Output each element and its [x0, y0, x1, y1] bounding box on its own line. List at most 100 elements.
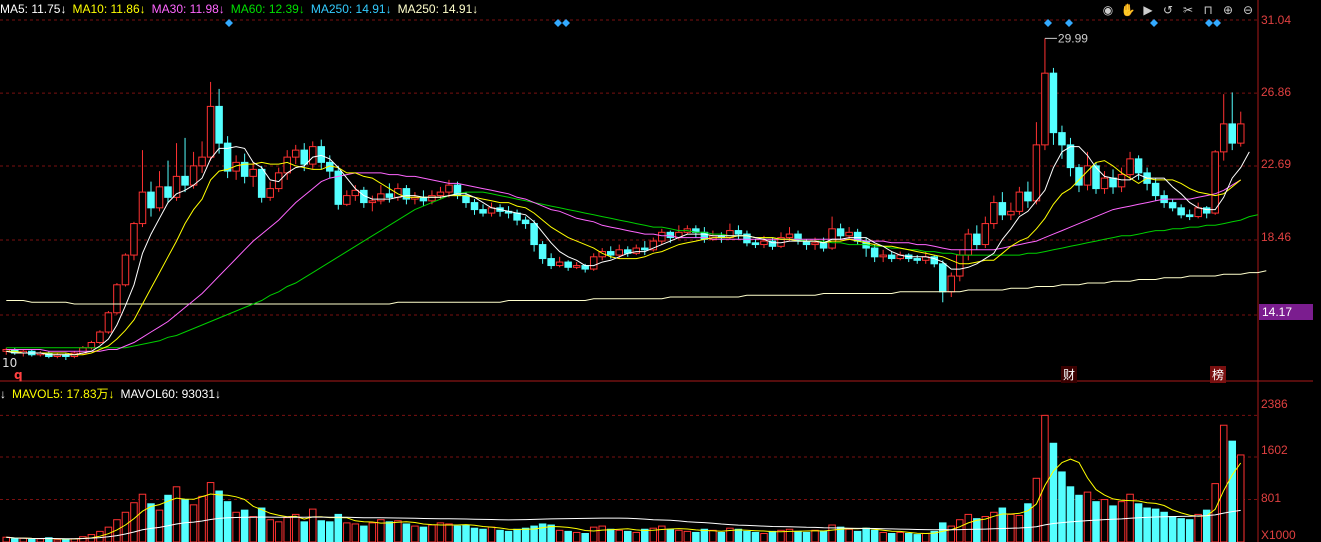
zoom-in-icon[interactable]: ⊕ — [1220, 2, 1236, 18]
candle-body — [572, 265, 581, 268]
ma-legend: MA5: 11.75↓ MA10: 11.86↓ MA30: 11.98↓ MA60:… — [0, 2, 484, 18]
candle-body — [811, 242, 819, 246]
volume-unit: X1000 — [1261, 528, 1296, 542]
volume-bar — [632, 531, 641, 542]
candle-body — [879, 254, 887, 258]
volume-bar — [223, 501, 232, 542]
volume-bar — [734, 528, 743, 542]
candle-body — [998, 202, 1007, 216]
candle-body — [343, 195, 351, 205]
volume-bar — [1083, 491, 1092, 542]
volume-bar — [1134, 503, 1143, 542]
volume-bar — [419, 526, 428, 542]
volume-bar — [589, 526, 598, 542]
candle-body — [913, 258, 921, 261]
volume-bar — [1015, 514, 1024, 542]
candle-body — [283, 156, 291, 174]
volume-bar — [470, 527, 479, 542]
volume-bar — [1185, 519, 1194, 542]
volume-bar — [1194, 513, 1202, 542]
volume-bar — [334, 513, 343, 542]
volume-bar — [1117, 501, 1126, 542]
volume-bar — [606, 528, 615, 542]
volume-bar — [598, 525, 606, 542]
volume-bar — [308, 508, 317, 542]
candle-body — [147, 191, 155, 209]
candle-body — [138, 191, 147, 225]
play-icon[interactable]: ▶ — [1140, 2, 1156, 18]
volume-bar — [2, 536, 11, 542]
candle-body — [981, 223, 990, 246]
volume-bar — [1236, 454, 1245, 542]
volume-bar — [581, 533, 589, 542]
marker-ranking[interactable]: 榜 — [1210, 366, 1227, 383]
candle-body — [1151, 182, 1160, 197]
candle-body — [1015, 191, 1024, 212]
vol-legend-item-1: MAVOL5: 17.83万↓ — [12, 387, 115, 401]
volume-bar — [155, 509, 164, 542]
candle-body — [1236, 123, 1245, 144]
candle-body — [845, 231, 853, 237]
volume-bar — [700, 528, 709, 542]
event-diamond-marker — [1150, 19, 1158, 27]
volume-bar — [360, 525, 368, 542]
volume-bar — [1066, 486, 1075, 542]
candle-body — [734, 230, 743, 235]
volume-bar — [283, 517, 291, 542]
candle-body — [606, 251, 615, 256]
candle-body — [300, 149, 308, 165]
candle-body — [291, 149, 300, 158]
eye-icon[interactable]: ◉ — [1100, 2, 1116, 18]
candle-body — [249, 168, 257, 177]
chart-toolbar: ◉ ✋ ▶ ↺ ✂ ⊓ ⊕ ⊖ — [1100, 2, 1256, 18]
candle-body — [189, 165, 198, 186]
volume-bar — [19, 537, 28, 542]
volume-bar — [462, 524, 470, 542]
volume-bar — [615, 529, 624, 542]
price-tick-4: 18.46 — [1261, 230, 1292, 244]
volume-bar — [1032, 477, 1041, 542]
zoom-out-icon[interactable]: ⊖ — [1240, 2, 1256, 18]
stock-chart-canvas[interactable]: 29.99 — [0, 0, 1321, 542]
candle-body — [181, 175, 189, 186]
ma-legend-item-5: MA250: 14.91↓ — [397, 2, 479, 16]
volume-bar — [572, 531, 581, 542]
volume-bar — [479, 528, 487, 542]
candle-body — [828, 228, 836, 249]
candle-body — [785, 233, 794, 239]
event-diamond-marker — [1065, 19, 1073, 27]
marker-q[interactable]: q — [14, 368, 23, 382]
lock-icon[interactable]: ⊓ — [1200, 2, 1216, 18]
marker-earnings[interactable]: 财 — [1061, 366, 1078, 383]
candle-body — [751, 242, 760, 246]
candle-body — [113, 284, 121, 314]
candle-body — [1032, 144, 1041, 202]
candle-body — [1100, 177, 1109, 190]
volume-bar — [1228, 440, 1236, 542]
candle-body — [760, 240, 768, 246]
volume-bar — [1211, 483, 1219, 542]
candle-body — [726, 230, 734, 239]
volume-bar — [496, 529, 504, 542]
refresh-icon[interactable]: ↺ — [1160, 2, 1176, 18]
volume-bar — [751, 531, 760, 542]
candle-body — [377, 193, 385, 202]
hand-icon[interactable]: ✋ — [1120, 2, 1136, 18]
candle-body — [155, 186, 164, 209]
candle-body — [266, 188, 274, 198]
volume-bar — [921, 533, 930, 542]
volume-bar — [521, 527, 530, 542]
candle-body — [470, 202, 479, 211]
volume-tick-3: 801 — [1261, 491, 1282, 505]
candle-body — [589, 256, 598, 270]
volume-bar — [121, 511, 130, 542]
candle-body — [317, 146, 326, 163]
current-price-badge: 14.17 — [1259, 304, 1316, 320]
volume-bar — [768, 530, 777, 542]
candle-body — [104, 312, 113, 333]
ma-legend-item-4: MA250: 14.91↓ — [310, 2, 392, 16]
cut-icon[interactable]: ✂ — [1180, 2, 1196, 18]
volume-bar — [555, 529, 564, 542]
volume-bar — [1041, 414, 1049, 542]
volume-bar — [1143, 507, 1151, 542]
